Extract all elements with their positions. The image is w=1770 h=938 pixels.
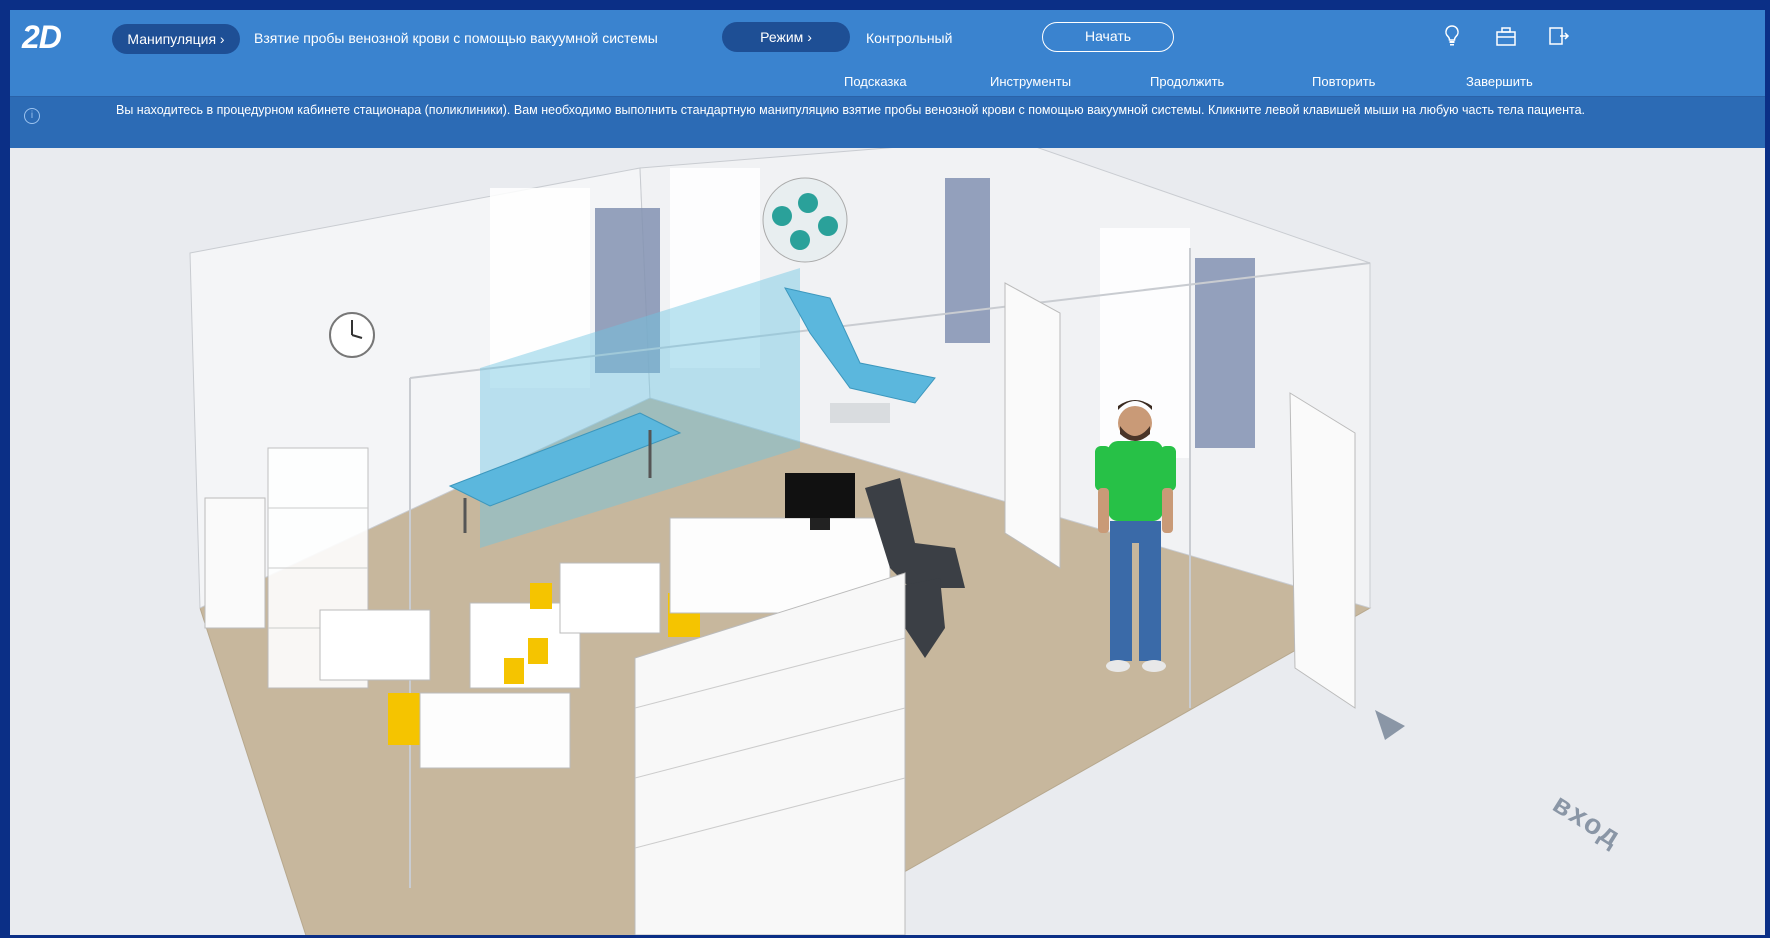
- trolley: [559, 562, 661, 634]
- trolley: [319, 609, 431, 681]
- sharps-container: [530, 583, 552, 609]
- procedure-room-scene[interactable]: [10, 148, 1765, 935]
- window: [945, 178, 990, 343]
- start-button[interactable]: Начать: [1042, 22, 1174, 52]
- outer-frame: 2D Манипуляция › Взятие пробы венозной к…: [0, 0, 1770, 938]
- info-icon: i: [24, 108, 40, 124]
- sharps-container: [528, 638, 548, 664]
- logo-text: 2D: [22, 19, 62, 55]
- menu-continue[interactable]: Продолжить: [1150, 74, 1224, 89]
- logo: 2D: [22, 20, 72, 64]
- mode-button[interactable]: Режим ›: [722, 22, 850, 52]
- sharps-container: [504, 658, 524, 684]
- tools-icon[interactable]: [1494, 24, 1518, 54]
- simulator-window: 2D Манипуляция › Взятие пробы венозной к…: [10, 10, 1765, 935]
- menu-finish[interactable]: Завершить: [1466, 74, 1533, 89]
- waste-bin: [388, 693, 420, 745]
- top-bar: 2D Манипуляция › Взятие пробы венозной к…: [10, 10, 1765, 96]
- door-entrance: [1289, 392, 1356, 709]
- manipulation-title: Взятие пробы венозной крови с помощью ва…: [254, 30, 658, 46]
- lightbulb-icon[interactable]: [1442, 24, 1462, 54]
- mode-value: Контрольный: [866, 30, 953, 46]
- menu-repeat[interactable]: Повторить: [1312, 74, 1375, 89]
- sink: [419, 692, 571, 769]
- window: [1195, 258, 1255, 448]
- medical-cabinet: [204, 497, 266, 629]
- menu-hint[interactable]: Подсказка: [844, 74, 907, 89]
- info-text: Вы находитесь в процедурном кабинете ста…: [116, 103, 1585, 117]
- menu-tools[interactable]: Инструменты: [990, 74, 1071, 89]
- manipulation-button[interactable]: Манипуляция ›: [112, 24, 240, 54]
- exit-icon[interactable]: [1546, 24, 1570, 54]
- monitor: [785, 473, 855, 518]
- door: [1004, 282, 1061, 569]
